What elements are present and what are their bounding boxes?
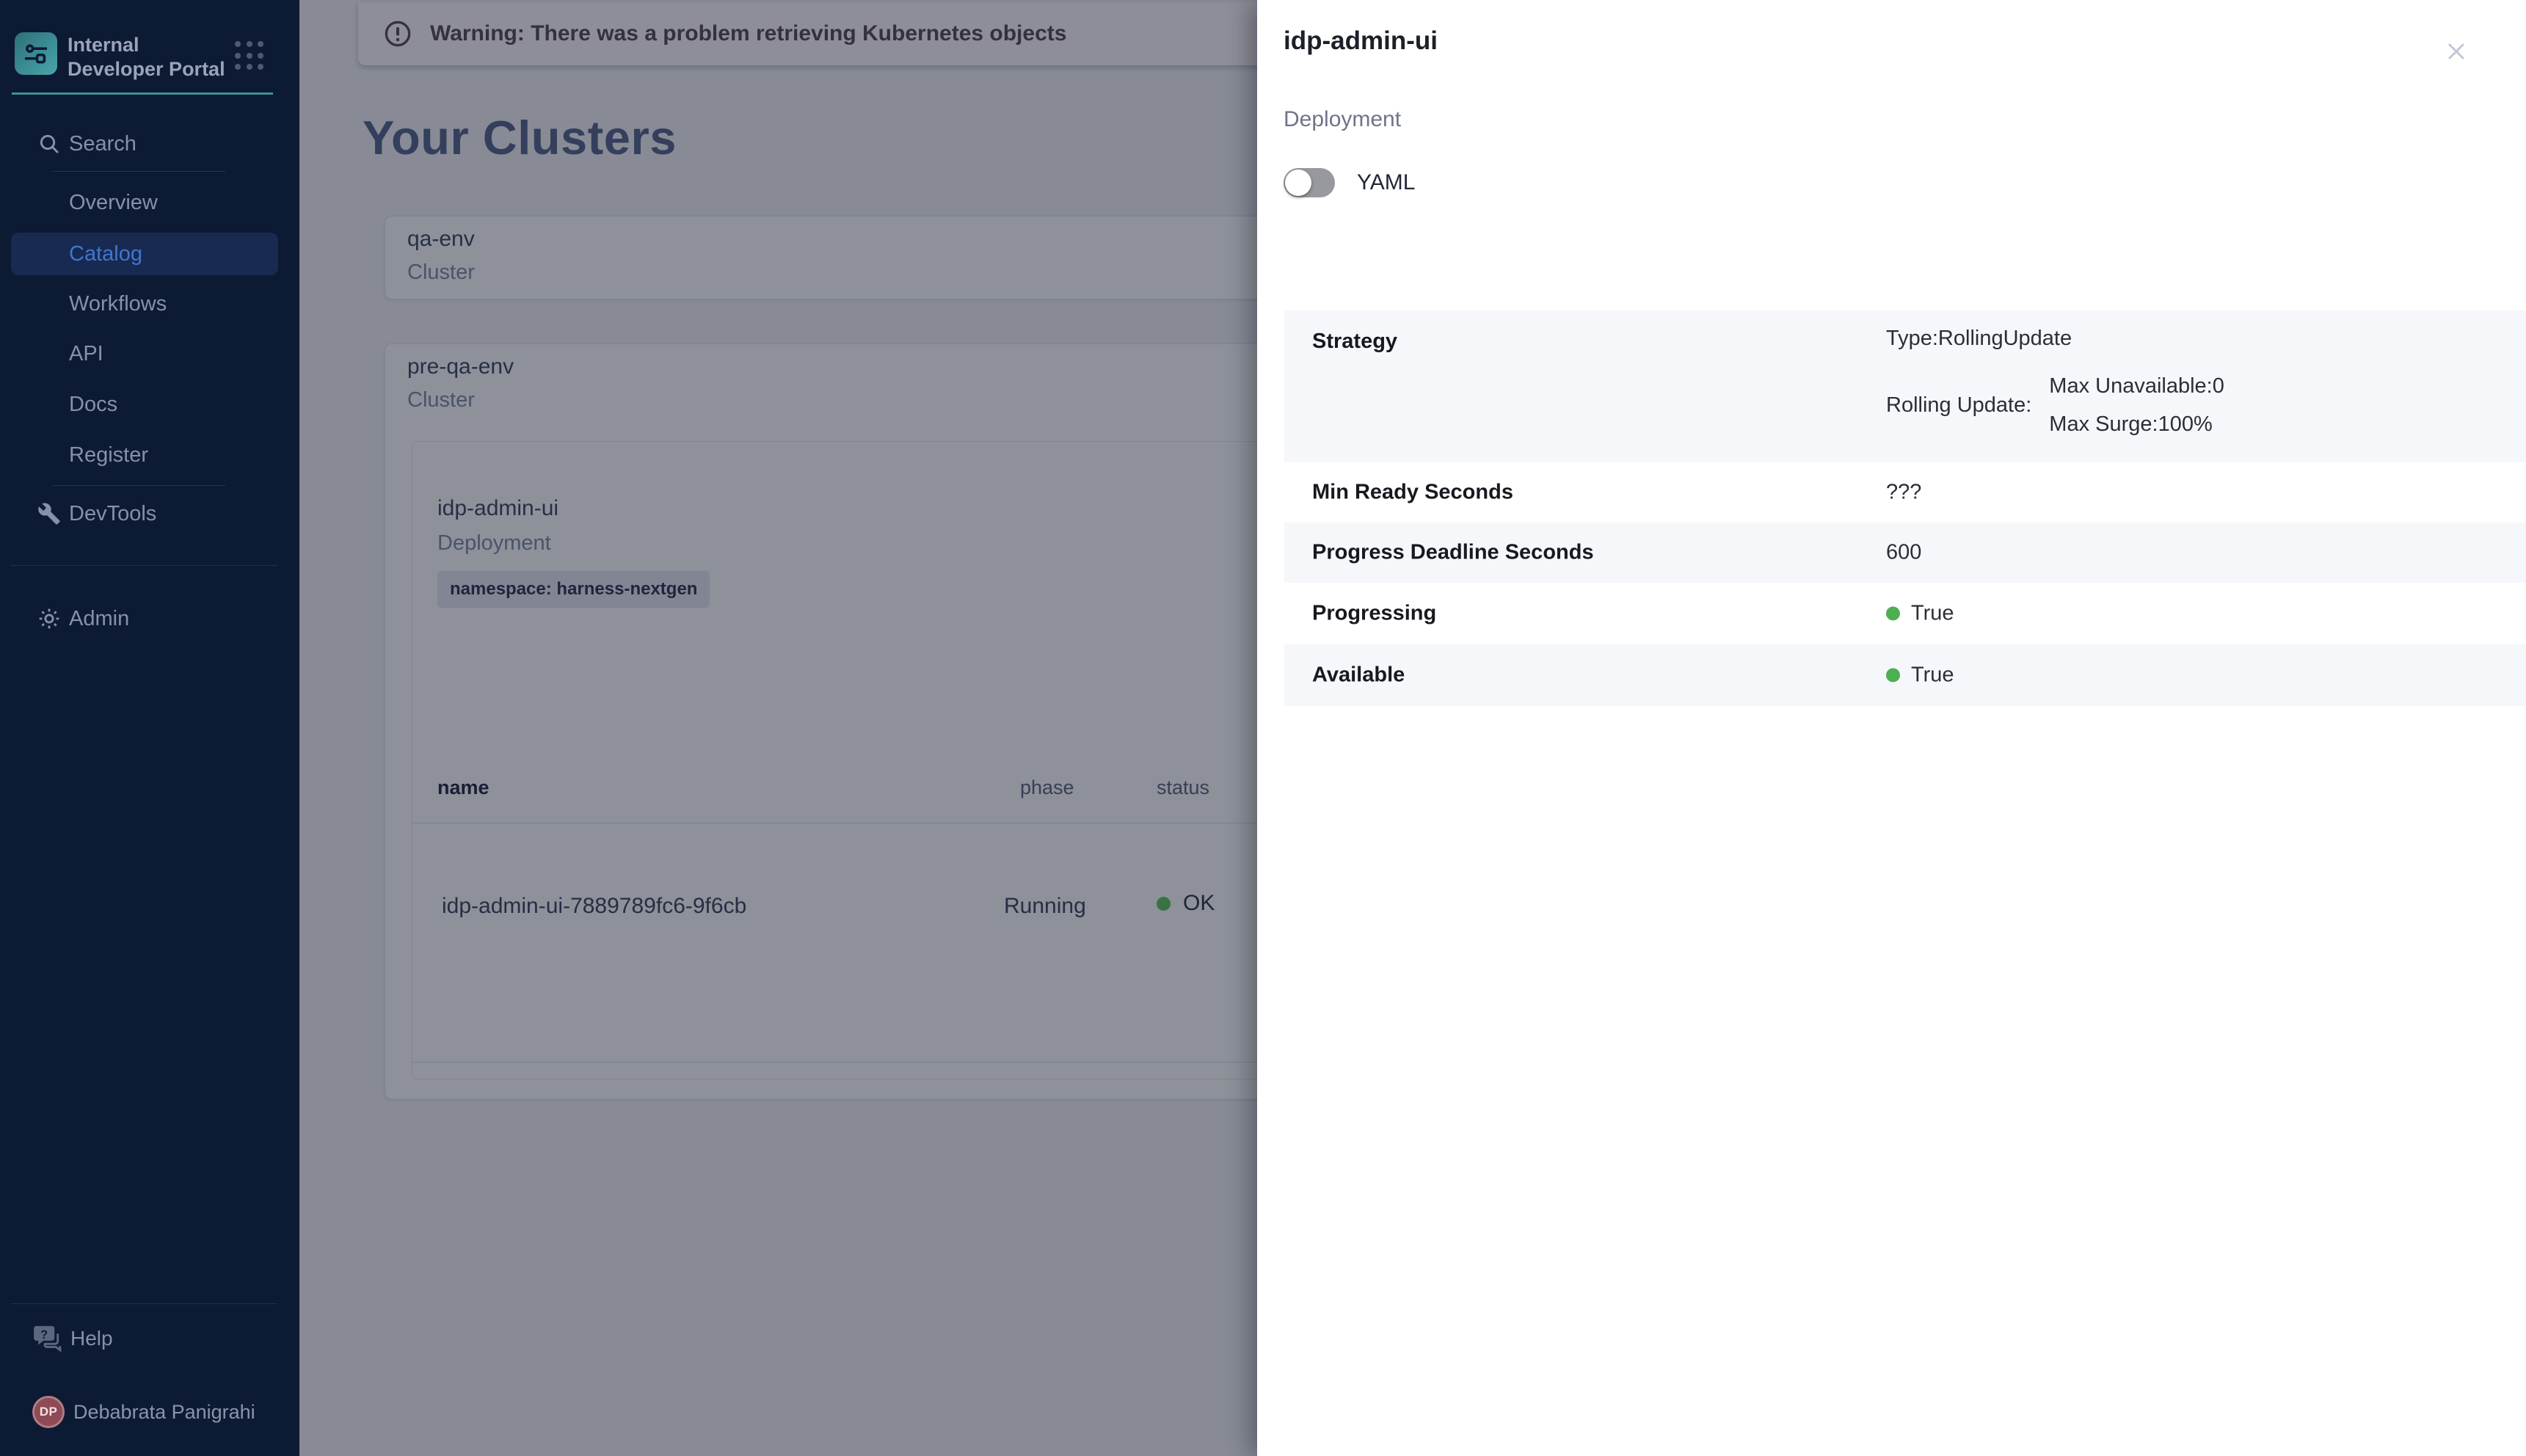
sidebar-item-register[interactable]: Register [11, 434, 278, 476]
gear-icon [35, 605, 63, 633]
sidebar-item-help[interactable]: ? Help [11, 1318, 278, 1359]
status-text: True [1911, 602, 1954, 626]
sidebar-item-label: Search [69, 132, 137, 156]
status-dot-true [1886, 669, 1900, 682]
svg-text:?: ? [40, 1328, 48, 1342]
avatar: DP [32, 1396, 65, 1428]
sidebar-item-label: Admin [69, 607, 129, 631]
rolling-update-values: Max Unavailable:0 Max Surge:100% [2049, 367, 2224, 443]
sidebar-divider [53, 485, 225, 486]
max-surge: Max Surge:100% [2049, 405, 2224, 443]
app-logo-icon [15, 32, 57, 75]
row-label: Progressing [1312, 602, 1436, 626]
help-label: Help [70, 1327, 113, 1350]
sidebar-divider [10, 565, 277, 566]
row-label: Strategy [1312, 330, 1397, 354]
sidebar-item-api[interactable]: API [11, 332, 278, 375]
drawer-section-label: Deployment [1284, 107, 1401, 132]
row-strategy: Strategy Type:RollingUpdate Rolling Upda… [1284, 310, 2526, 462]
sidebar-item-admin[interactable]: Admin [11, 597, 278, 640]
help-chat-icon: ? [32, 1322, 65, 1355]
row-value: True [1886, 663, 1954, 688]
sidebar-item-workflows[interactable]: Workflows [11, 283, 278, 325]
sidebar-item-search[interactable]: Search [11, 123, 278, 165]
drawer-title: idp-admin-ui [1284, 26, 1438, 56]
sidebar-item-label: Workflows [69, 292, 167, 316]
user-name: Debabrata Panigrahi [73, 1401, 255, 1424]
status-dot-true [1886, 607, 1900, 621]
sidebar-item-label: API [69, 342, 103, 366]
deployment-details-table: Strategy Type:RollingUpdate Rolling Upda… [1284, 310, 2526, 706]
row-label: Progress Deadline Seconds [1312, 541, 1594, 565]
row-progress-deadline-seconds: Progress Deadline Seconds 600 [1284, 523, 2526, 583]
toggle-track[interactable] [1284, 168, 1335, 197]
search-icon [35, 130, 63, 158]
toggle-knob [1285, 170, 1311, 196]
row-available: Available True [1284, 644, 2526, 706]
max-unavailable: Max Unavailable:0 [2049, 367, 2224, 405]
apps-grid-icon[interactable] [235, 41, 264, 70]
status-text: True [1911, 663, 1954, 688]
row-progressing: Progressing True [1284, 583, 2526, 644]
rolling-update-label: Rolling Update: [1886, 393, 2031, 418]
app-logo: Internal Developer Portal [15, 32, 285, 78]
yaml-toggle-label: YAML [1357, 170, 1415, 195]
sidebar-item-label: Docs [69, 393, 117, 417]
sidebar-item-overview[interactable]: Overview [11, 181, 278, 224]
app-title: Internal Developer Portal [68, 33, 236, 81]
row-value: 600 [1886, 541, 1921, 565]
sidebar-divider [10, 1303, 277, 1304]
row-value: ??? [1886, 481, 1921, 505]
sidebar-item-devtools[interactable]: DevTools [11, 492, 278, 535]
rolling-update-block: Rolling Update: Max Unavailable:0 Max Su… [1886, 367, 2224, 443]
row-label: Min Ready Seconds [1312, 481, 1513, 505]
details-drawer: idp-admin-ui Deployment YAML Strategy Ty… [1257, 0, 2526, 1456]
row-min-ready-seconds: Min Ready Seconds ??? [1284, 462, 2526, 523]
sidebar: Internal Developer Portal Search Overvie… [0, 0, 299, 1456]
sidebar-item-label: Overview [69, 191, 158, 215]
row-label: Available [1312, 663, 1405, 688]
close-icon[interactable] [2440, 35, 2472, 68]
sidebar-item-catalog[interactable]: Catalog [11, 233, 278, 275]
yaml-toggle[interactable]: YAML [1284, 165, 1415, 200]
sidebar-item-label: DevTools [69, 502, 156, 526]
sidebar-item-label: Catalog [69, 242, 142, 266]
row-value: True [1886, 602, 1954, 626]
sidebar-item-label: Register [69, 443, 148, 467]
sidebar-item-docs[interactable]: Docs [11, 383, 278, 426]
strategy-type: Type:RollingUpdate [1886, 327, 2224, 351]
row-value: Type:RollingUpdate Rolling Update: Max U… [1886, 327, 2224, 443]
user-profile[interactable]: DP Debabrata Panigrahi [11, 1391, 278, 1433]
wrench-icon [35, 500, 63, 528]
sidebar-divider [53, 171, 225, 172]
sidebar-accent-divider [12, 92, 273, 95]
